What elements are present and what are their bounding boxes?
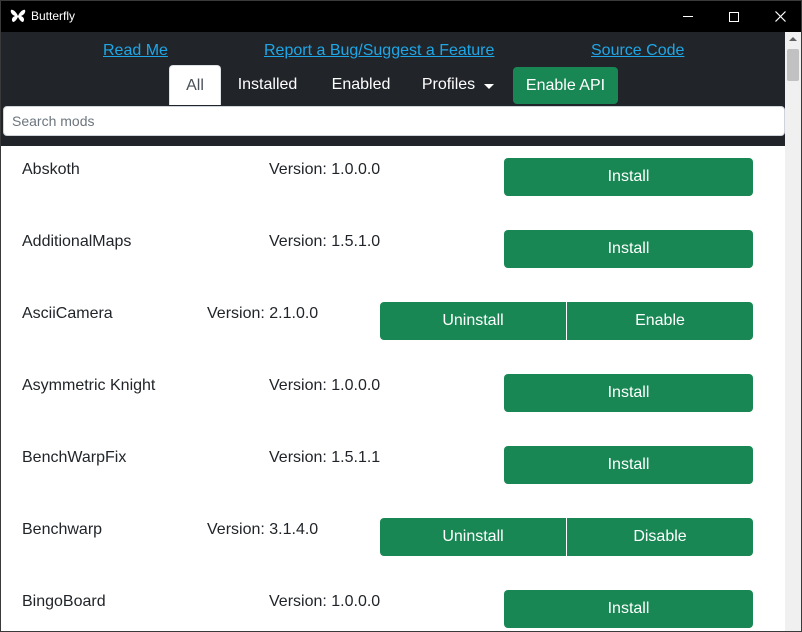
close-button[interactable] [757, 1, 801, 32]
install-button[interactable]: Install [504, 590, 753, 628]
search-input[interactable] [3, 106, 785, 136]
install-button[interactable]: Install [504, 158, 753, 196]
mod-name: Asymmetric Knight [22, 377, 156, 394]
profiles-label: Profiles [421, 76, 476, 93]
enable-api-button[interactable]: Enable API [513, 67, 618, 104]
disable-button[interactable]: Disable [567, 518, 753, 556]
mod-name: BingoBoard [22, 593, 106, 610]
tab-all-label: All [186, 76, 204, 94]
mod-version: Version: 1.0.0.0 [269, 377, 381, 394]
mod-version: Version: 2.1.0.0 [207, 305, 319, 322]
tab-all[interactable]: All [169, 65, 221, 105]
scroll-up-icon[interactable] [789, 37, 797, 41]
report-bug-link[interactable]: Report a Bug/Suggest a Feature [264, 42, 494, 60]
title-bar[interactable]: Butterfly [1, 1, 801, 32]
mod-version: Version: 1.5.1.1 [269, 449, 381, 466]
mod-row: AdditionalMaps Version: 1.5.1.0 Install [1, 218, 785, 290]
minimize-icon [683, 16, 693, 17]
mod-name: BenchWarpFix [22, 449, 127, 466]
mod-row: BenchWarpFix Version: 1.5.1.1 Install [1, 434, 785, 506]
app-window: Butterfly Read Me Report a Bug/Suggest a… [0, 0, 802, 632]
mod-version: Version: 1.0.0.0 [269, 593, 381, 610]
mod-row: AsciiCamera Version: 2.1.0.0 Uninstall E… [1, 290, 785, 362]
source-code-link[interactable]: Source Code [591, 42, 684, 60]
tab-installed-label: Installed [237, 76, 298, 93]
mod-row: Asymmetric Knight Version: 1.0.0.0 Insta… [1, 362, 785, 434]
mod-name: AsciiCamera [22, 305, 113, 322]
caret-down-icon [484, 83, 495, 89]
close-icon [774, 11, 786, 22]
window-title: Butterfly [31, 9, 76, 23]
tab-enabled-label: Enabled [331, 76, 391, 93]
enable-button[interactable]: Enable [567, 302, 753, 340]
minimize-button[interactable] [665, 1, 711, 32]
mod-row: BingoBoard Version: 1.0.0.0 Install [1, 578, 785, 631]
butterfly-icon [10, 9, 26, 22]
install-button[interactable]: Install [504, 374, 753, 412]
enable-api-label: Enable API [525, 76, 606, 94]
mod-row: Benchwarp Version: 3.1.4.0 Uninstall Dis… [1, 506, 785, 578]
profiles-dropdown[interactable]: Profiles [413, 65, 503, 105]
read-me-link[interactable]: Read Me [103, 42, 168, 60]
scroll-thumb[interactable] [787, 49, 799, 81]
mod-list: Abskoth Version: 1.0.0.0 Install Additio… [1, 146, 785, 631]
maximize-icon [729, 11, 739, 22]
mod-name: AdditionalMaps [22, 233, 132, 250]
mod-version: Version: 3.1.4.0 [207, 521, 319, 538]
tab-enabled[interactable]: Enabled [321, 65, 401, 105]
scrollbar[interactable] [785, 32, 801, 631]
maximize-button[interactable] [711, 1, 757, 32]
mod-name: Abskoth [22, 161, 80, 178]
install-button[interactable]: Install [504, 446, 753, 484]
tab-installed[interactable]: Installed [228, 65, 307, 105]
mod-row: Abskoth Version: 1.0.0.0 Install [1, 146, 785, 218]
mod-name: Benchwarp [22, 521, 103, 538]
mod-version: Version: 1.5.1.0 [269, 233, 381, 250]
uninstall-button[interactable]: Uninstall [380, 302, 566, 340]
mod-version: Version: 1.0.0.0 [269, 161, 381, 178]
uninstall-button[interactable]: Uninstall [380, 518, 566, 556]
header: Read Me Report a Bug/Suggest a Feature S… [1, 32, 785, 146]
install-button[interactable]: Install [504, 230, 753, 268]
